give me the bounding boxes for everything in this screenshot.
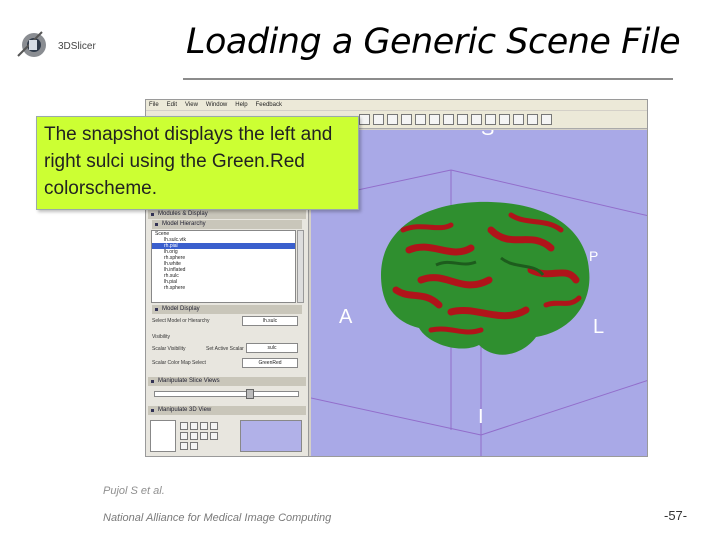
model-tree[interactable]: Scene lh.sulc.vtk rh.pial lh.orig rh.sph… (151, 230, 296, 303)
hierarchy-header[interactable]: Model Hierarchy (152, 220, 302, 229)
axis-label-superior: S (481, 130, 494, 141)
toolbar-button[interactable] (359, 114, 370, 125)
toolbar-button[interactable] (429, 114, 440, 125)
toolbar-button[interactable] (401, 114, 412, 125)
slice-slider-knob[interactable] (246, 389, 254, 399)
axis-label-inferior: I (478, 406, 484, 428)
slide-title: Loading a Generic Scene File (186, 22, 681, 62)
rotation-widget[interactable] (150, 420, 176, 452)
menu-file[interactable]: File (149, 102, 159, 108)
scalar-visibility-label: Scalar Visibility (152, 346, 186, 352)
brain-model (381, 201, 590, 355)
axis-label-left: L (593, 316, 605, 338)
toolbar-button[interactable] (471, 114, 482, 125)
view-button[interactable] (190, 422, 198, 430)
slice-slider[interactable] (154, 391, 299, 397)
view-button[interactable] (180, 432, 188, 440)
select-model-field[interactable]: lh.sulc (242, 316, 298, 326)
toolbar-button[interactable] (443, 114, 454, 125)
menu-window[interactable]: Window (206, 102, 227, 108)
color-map-label: Scalar Color Map Select (152, 360, 206, 366)
models-panel-header[interactable]: Modules & Display (148, 210, 306, 219)
view-button[interactable] (190, 432, 198, 440)
view-button[interactable] (200, 432, 208, 440)
footer-organization: National Alliance for Medical Image Comp… (103, 512, 332, 524)
toolbar-button[interactable] (485, 114, 496, 125)
toolbar-button[interactable] (541, 114, 552, 125)
model-display-header[interactable]: Model Display (152, 305, 302, 314)
active-scalar-label: Set Active Scalar (206, 346, 244, 352)
view-button[interactable] (210, 422, 218, 430)
view-3d-header[interactable]: Manipulate 3D View (148, 406, 306, 415)
view-button[interactable] (200, 422, 208, 430)
3d-viewer[interactable]: S A L P I (311, 130, 647, 456)
view-button[interactable] (180, 422, 188, 430)
view-button[interactable] (180, 442, 188, 450)
mini-3d-view (240, 420, 302, 452)
menu-edit[interactable]: Edit (167, 102, 177, 108)
toolbar-button[interactable] (499, 114, 510, 125)
slice-views-header[interactable]: Manipulate Slice Views (148, 377, 306, 386)
menu-view[interactable]: View (185, 102, 198, 108)
toolbar-button[interactable] (457, 114, 468, 125)
active-scalar-select[interactable]: sulc (246, 343, 298, 353)
page-number: -57- (664, 508, 688, 523)
callout-note: The snapshot displays the left and right… (36, 116, 359, 210)
toolbar-button[interactable] (513, 114, 524, 125)
tree-item[interactable]: rh.sphere (152, 285, 295, 291)
select-model-label: Select Model or Hierarchy (152, 318, 210, 324)
view-button[interactable] (190, 442, 198, 450)
color-map-select[interactable]: GreenRed (242, 358, 298, 368)
tree-scrollbar[interactable] (297, 230, 304, 303)
title-rule (183, 78, 673, 80)
axis-label-anterior: A (339, 306, 353, 328)
footer-author: Pujol S et al. (103, 485, 165, 497)
view-button[interactable] (210, 432, 218, 440)
visibility-label: Visibility (152, 334, 170, 340)
menu-feedback[interactable]: Feedback (256, 102, 282, 108)
axis-label-posterior: P (589, 248, 599, 264)
toolbar-button[interactable] (373, 114, 384, 125)
toolbar-button[interactable] (527, 114, 538, 125)
menu-help[interactable]: Help (235, 102, 247, 108)
logo-text: 3DSlicer (58, 41, 96, 52)
menu-bar: File Edit View Window Help Feedback (146, 100, 647, 110)
toolbar-button[interactable] (387, 114, 398, 125)
toolbar-button[interactable] (415, 114, 426, 125)
